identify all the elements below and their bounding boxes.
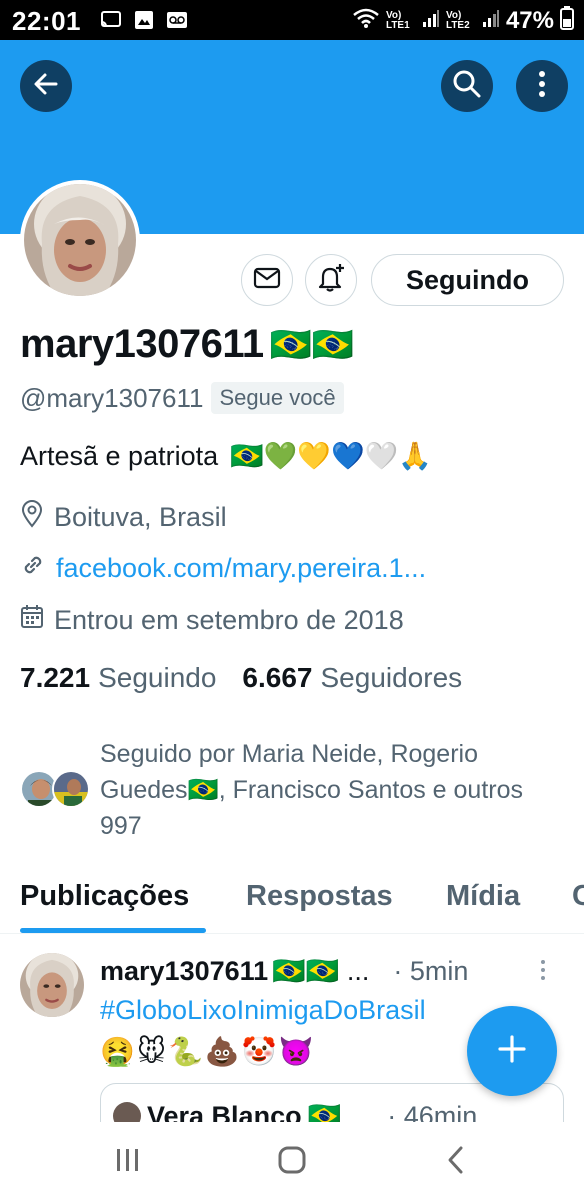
back-button[interactable] <box>20 60 72 112</box>
handle-row: @mary1307611 Segue você <box>20 382 344 414</box>
back-icon <box>446 1145 466 1180</box>
avatar[interactable] <box>20 953 84 1017</box>
profile-location: Boituva, Brasil <box>20 500 227 535</box>
followers-count[interactable]: 6.667 <box>242 662 312 694</box>
profile-join-date: Entrou em setembro de 2018 <box>20 604 404 637</box>
image-icon <box>134 10 156 30</box>
signal-icon <box>482 8 500 33</box>
profile-link[interactable]: facebook.com/mary.pereira.1... <box>20 552 426 585</box>
tweet-emojis: 🤮🐭🐍💩🤡👿 <box>100 1036 316 1067</box>
network-2: Vo) LTE2 <box>445 9 470 31</box>
system-nav-bar <box>0 1122 584 1200</box>
cast-icon <box>100 10 122 30</box>
followed-by-avatars <box>20 770 100 810</box>
tweet-time: · 5min <box>393 955 469 986</box>
display-name-text: mary1307611 <box>20 322 264 366</box>
join-date-text: Entrou em setembro de 2018 <box>54 605 404 635</box>
profile-tabs: Publicações Respostas Mídia C <box>0 866 584 934</box>
status-right: Vo) LTE1 Vo) LTE2 47% <box>352 6 574 35</box>
location-pin-icon <box>20 500 44 535</box>
more-vertical-icon <box>538 70 546 103</box>
recents-icon <box>114 1147 142 1178</box>
bell-plus-icon <box>315 262 347 299</box>
wifi-icon <box>352 7 380 34</box>
tab-respostas[interactable]: Respostas <box>246 880 393 913</box>
arrow-left-icon <box>32 70 60 103</box>
search-icon <box>452 69 482 104</box>
envelope-icon <box>253 267 281 294</box>
bio-emojis: 🇧🇷💚💛💙🤍🙏 <box>230 441 432 471</box>
search-button[interactable] <box>441 60 493 112</box>
location-text: Boituva, Brasil <box>54 502 227 532</box>
recents-button[interactable] <box>108 1142 148 1182</box>
tab-publicacoes[interactable]: Publicações <box>20 880 189 913</box>
bio-text: Artesã e patriota <box>20 440 219 471</box>
tweet-hashtag[interactable]: #GloboLixoInimigaDoBrasil <box>100 995 540 1026</box>
profile-display-name: mary1307611 🇧🇷🇧🇷 <box>20 322 354 367</box>
notify-button[interactable] <box>305 254 357 306</box>
tab-indicator <box>20 928 206 933</box>
link-text[interactable]: facebook.com/mary.pereira.1... <box>56 553 426 584</box>
profile-avatar[interactable] <box>20 180 140 300</box>
compose-button[interactable] <box>467 1006 557 1096</box>
tab-midia[interactable]: Mídia <box>446 880 520 913</box>
tab-partial[interactable]: C <box>572 880 584 913</box>
battery-level: 47% <box>505 6 554 34</box>
following-label[interactable]: Seguindo <box>98 662 216 694</box>
name-emojis: 🇧🇷🇧🇷 <box>269 325 354 364</box>
followed-by-text: Seguido por Maria Neide, Rogerio Guedes🇧… <box>100 740 523 840</box>
profile-handle: @mary1307611 <box>20 382 204 413</box>
more-vertical-icon[interactable] <box>540 957 546 988</box>
profile-bio: Artesã e patriota 🇧🇷💚💛💙🤍🙏 <box>20 440 432 472</box>
following-count[interactable]: 7.221 <box>20 662 90 694</box>
avatar <box>24 184 136 296</box>
followers-label[interactable]: Seguidores <box>321 662 463 694</box>
home-icon <box>277 1145 307 1180</box>
tweet-name-emojis: 🇧🇷🇧🇷 ... <box>272 956 370 986</box>
status-time: 22:01 <box>12 6 81 36</box>
link-icon <box>20 552 46 585</box>
follows-you-badge: Segue você <box>211 382 344 414</box>
follow-counts: 7.221 Seguindo 6.667 Seguidores <box>20 662 488 694</box>
tweet-author-name[interactable]: mary1307611 <box>100 956 268 987</box>
message-button[interactable] <box>241 254 293 306</box>
signal-icon <box>422 8 440 33</box>
voicemail-icon <box>166 10 188 30</box>
home-button[interactable] <box>272 1142 312 1182</box>
tweet-header: mary1307611 🇧🇷🇧🇷 ... · 5min <box>100 955 468 987</box>
nav-back-button[interactable] <box>436 1142 476 1182</box>
status-bar: 22:01 Vo) LTE1 Vo) LTE2 47% <box>0 0 584 40</box>
followed-by[interactable]: Seguido por Maria Neide, Rogerio Guedes🇧… <box>20 736 580 846</box>
battery-icon <box>560 6 574 35</box>
network-1: Vo) LTE1 <box>385 9 410 31</box>
avatar <box>52 770 90 808</box>
plus-icon <box>497 1034 527 1069</box>
calendar-icon <box>20 604 44 637</box>
following-button[interactable]: Seguindo <box>371 254 564 306</box>
more-options-button[interactable] <box>516 60 568 112</box>
